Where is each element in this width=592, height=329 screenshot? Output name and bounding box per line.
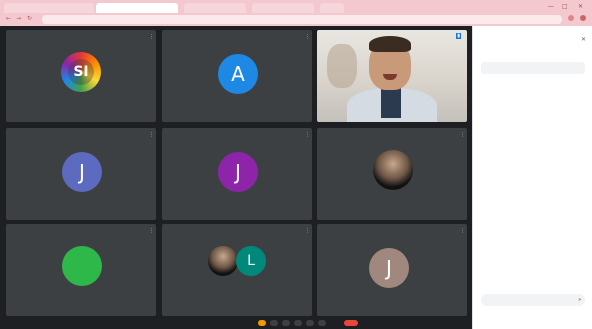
more-options-icon[interactable]: ⋮ bbox=[460, 132, 465, 138]
background-plant bbox=[327, 44, 357, 88]
more-options-button[interactable] bbox=[318, 320, 326, 326]
participant-tile[interactable]: SI ⋮ bbox=[6, 30, 156, 122]
speaking-icon: ▮ bbox=[456, 33, 461, 39]
participant-tile[interactable]: J ⋮ bbox=[317, 224, 467, 316]
browser-tab[interactable] bbox=[4, 3, 94, 13]
participant-avatar: L bbox=[236, 246, 266, 276]
participant-avatar bbox=[62, 246, 102, 286]
participant-group-tile[interactable]: L ⋮ bbox=[162, 224, 312, 316]
chat-message-input[interactable] bbox=[481, 294, 585, 306]
send-icon[interactable]: ➤ bbox=[578, 297, 582, 303]
more-options-icon[interactable]: ⋮ bbox=[149, 34, 154, 40]
participant-tile[interactable]: J ⋮ bbox=[6, 128, 156, 220]
forward-icon[interactable]: → bbox=[16, 15, 21, 22]
browser-tab-active[interactable] bbox=[96, 3, 178, 13]
end-call-button[interactable] bbox=[344, 320, 358, 326]
participant-avatar: A bbox=[218, 54, 258, 94]
person-hair bbox=[369, 36, 411, 52]
chat-panel: ✕ ➤ bbox=[472, 26, 592, 329]
maximize-icon[interactable]: □ bbox=[562, 3, 568, 10]
close-icon[interactable]: ✕ bbox=[581, 36, 586, 43]
present-button[interactable] bbox=[306, 320, 314, 326]
extension-icon[interactable] bbox=[568, 15, 574, 21]
browser-tab[interactable] bbox=[252, 3, 314, 13]
participant-tile[interactable]: J ⋮ bbox=[162, 128, 312, 220]
participant-photo-avatar bbox=[208, 246, 238, 276]
raise-hand-button[interactable] bbox=[294, 320, 302, 326]
close-window-icon[interactable]: ✕ bbox=[578, 3, 583, 10]
address-bar[interactable] bbox=[42, 15, 562, 24]
participant-video-tile[interactable]: ▮ bbox=[317, 30, 467, 122]
browser-tab[interactable] bbox=[320, 3, 344, 13]
mic-button[interactable] bbox=[258, 320, 266, 326]
participant-tile[interactable]: A ⋮ bbox=[162, 30, 312, 122]
more-options-icon[interactable]: ⋮ bbox=[305, 132, 310, 138]
more-options-icon[interactable]: ⋮ bbox=[149, 228, 154, 234]
participant-avatar: J bbox=[369, 248, 409, 288]
chat-info-note bbox=[481, 62, 585, 74]
browser-tab[interactable] bbox=[184, 3, 246, 13]
more-options-icon[interactable]: ⋮ bbox=[149, 132, 154, 138]
participant-tile[interactable]: ⋮ bbox=[6, 224, 156, 316]
camera-button[interactable] bbox=[270, 320, 278, 326]
reload-icon[interactable]: ↻ bbox=[27, 15, 32, 22]
profile-icon[interactable] bbox=[580, 15, 586, 21]
more-options-icon[interactable]: ⋮ bbox=[305, 228, 310, 234]
back-icon[interactable]: ← bbox=[6, 15, 11, 22]
browser-chrome: — □ ✕ ← → ↻ bbox=[0, 0, 592, 26]
more-options-icon[interactable]: ⋮ bbox=[305, 34, 310, 40]
participant-avatar: J bbox=[62, 152, 102, 192]
minimize-icon[interactable]: — bbox=[548, 3, 554, 10]
participant-avatar: J bbox=[218, 152, 258, 192]
person-shirt bbox=[381, 88, 401, 118]
captions-button[interactable] bbox=[282, 320, 290, 326]
participant-photo-avatar bbox=[373, 150, 413, 190]
participant-avatar: SI bbox=[61, 52, 101, 92]
more-options-icon[interactable]: ⋮ bbox=[460, 228, 465, 234]
participant-tile[interactable]: ⋮ bbox=[317, 128, 467, 220]
meeting-controls-bar bbox=[0, 318, 472, 329]
